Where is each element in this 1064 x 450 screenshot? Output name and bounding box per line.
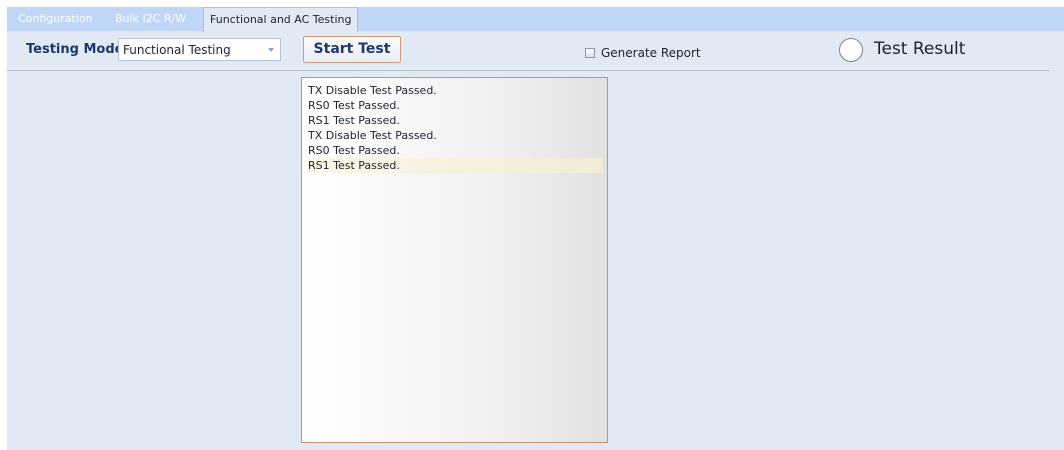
log-line[interactable]: TX Disable Test Passed. (308, 128, 603, 143)
test-result-label: Test Result (874, 39, 966, 59)
log-line[interactable]: TX Disable Test Passed. (308, 83, 603, 98)
toolbar-divider (7, 70, 1050, 71)
tab-strip: Configuration Bulk I2C R/W Functional an… (7, 7, 1064, 32)
generate-report-checkbox[interactable] (585, 48, 595, 58)
log-line[interactable]: RS0 Test Passed. (308, 98, 603, 113)
generate-report-label[interactable]: Generate Report (601, 46, 701, 60)
testing-mode-select[interactable]: Functional Testing (118, 38, 281, 61)
testing-mode-value: Functional Testing (123, 43, 231, 57)
tab-bulk-i2c[interactable]: Bulk I2C R/W (115, 7, 186, 31)
test-log-list[interactable]: TX Disable Test Passed. RS0 Test Passed.… (301, 77, 608, 443)
log-line-selected[interactable]: RS1 Test Passed. (308, 158, 603, 173)
test-result-indicator-icon (839, 38, 863, 62)
log-line[interactable]: RS1 Test Passed. (308, 113, 603, 128)
start-test-button[interactable]: Start Test (303, 36, 401, 63)
app-window: Configuration Bulk I2C R/W Functional an… (7, 7, 1064, 450)
chevron-down-icon (268, 48, 274, 52)
testing-mode-label: Testing Mode (26, 42, 124, 57)
log-line[interactable]: RS0 Test Passed. (308, 143, 603, 158)
tab-configuration[interactable]: Configuration (18, 7, 93, 31)
tab-functional-ac-testing[interactable]: Functional and AC Testing (203, 7, 359, 32)
